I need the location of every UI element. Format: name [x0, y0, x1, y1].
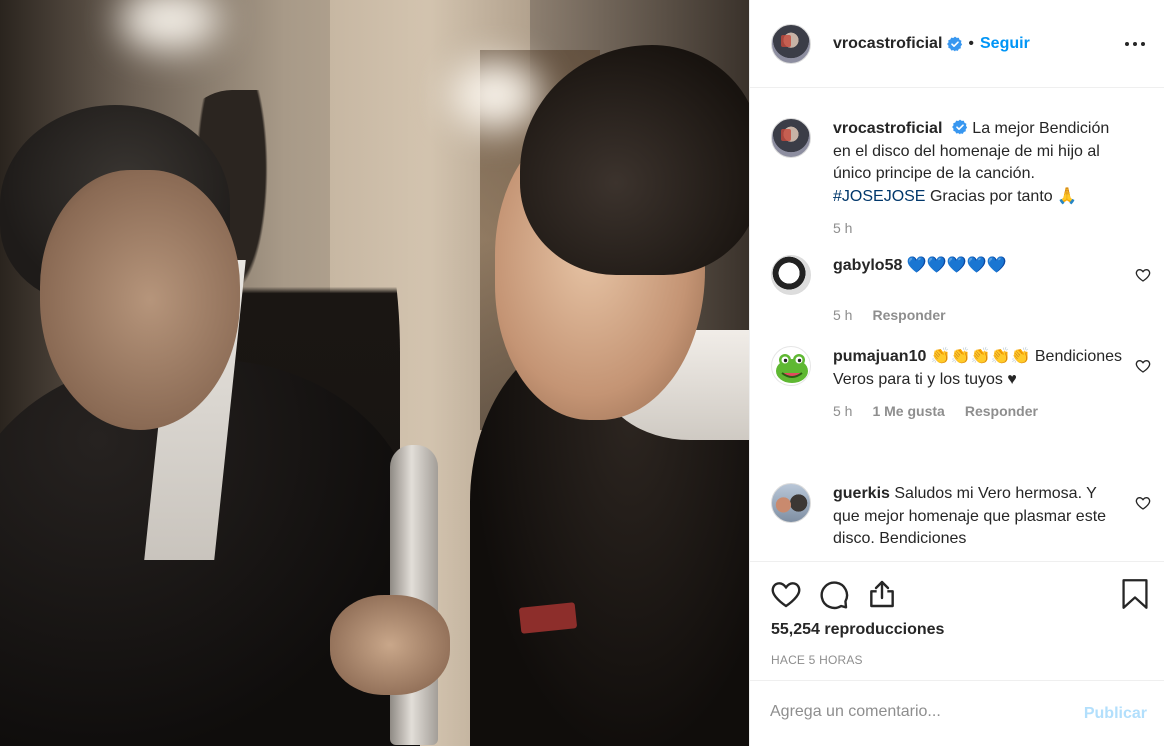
- comment-time[interactable]: 5 h: [833, 307, 852, 323]
- separator-dot: •: [968, 34, 974, 52]
- frog-avatar-icon: [776, 354, 808, 383]
- caption-time[interactable]: 5 h: [833, 220, 852, 236]
- reply-button[interactable]: Responder: [965, 403, 1038, 419]
- share-icon[interactable]: [866, 578, 898, 610]
- comment-item: gabylo58 💙💙💙💙💙 5 h Responder: [771, 255, 1151, 323]
- comment-username[interactable]: pumajuan10: [833, 348, 926, 365]
- comments-list[interactable]: vrocastroficial La mejor Bendición en el…: [750, 89, 1164, 561]
- caption: vrocastroficial La mejor Bendición en el…: [771, 118, 1151, 236]
- post-header: vrocastroficial • Seguir: [750, 0, 1164, 88]
- post-side-panel: vrocastroficial • Seguir vrocastroficial: [749, 0, 1164, 746]
- post-media-video[interactable]: [0, 0, 749, 746]
- comment-text: guerkis Saludos mi Vero hermosa. Y que m…: [833, 483, 1123, 551]
- heart-icon[interactable]: [770, 578, 802, 610]
- avatar[interactable]: [771, 346, 811, 386]
- comment-input[interactable]: [770, 703, 1070, 721]
- comment-item: guerkis Saludos mi Vero hermosa. Y que m…: [771, 483, 1151, 551]
- comment-body: 💙💙💙💙💙: [906, 257, 1007, 274]
- verified-badge-icon: [951, 119, 967, 135]
- view-count[interactable]: 55,254 reproducciones: [771, 621, 944, 639]
- avatar[interactable]: [771, 23, 811, 64]
- add-comment-section: Publicar: [750, 680, 1164, 746]
- caption-body-end: Gracias por tanto 🙏: [929, 187, 1078, 205]
- comment-text: pumajuan10 👏👏👏👏👏 Bendiciones Veros para …: [833, 346, 1123, 391]
- avatar[interactable]: [771, 255, 811, 295]
- publish-button[interactable]: Publicar: [1084, 705, 1147, 723]
- comment-item: pumajuan10 👏👏👏👏👏 Bendiciones Veros para …: [771, 346, 1151, 419]
- reply-button[interactable]: Responder: [872, 307, 945, 323]
- likes-count[interactable]: 1 Me gusta: [872, 403, 944, 419]
- ceiling-light: [120, 0, 220, 50]
- comment-text: gabylo58 💙💙💙💙💙: [833, 255, 1123, 295]
- follow-button[interactable]: Seguir: [980, 35, 1030, 53]
- left-person-face: [40, 170, 240, 430]
- verified-badge-icon: [947, 36, 963, 51]
- author-username[interactable]: vrocastroficial: [833, 35, 942, 53]
- comment-icon[interactable]: [818, 578, 850, 610]
- hand: [330, 595, 450, 695]
- caption-text: vrocastroficial La mejor Bendición en el…: [833, 118, 1123, 208]
- heart-icon[interactable]: [1135, 267, 1151, 283]
- avatar[interactable]: [771, 483, 811, 523]
- heart-icon[interactable]: [1135, 495, 1151, 511]
- avatar[interactable]: [771, 118, 811, 158]
- post-actions: 55,254 reproducciones HACE 5 HORAS Publi…: [750, 561, 1164, 746]
- comment-username[interactable]: gabylo58: [833, 257, 902, 274]
- hashtag-link[interactable]: #JOSEJOSE: [833, 188, 925, 205]
- bookmark-icon[interactable]: [1121, 578, 1149, 610]
- wall-light: [450, 60, 540, 130]
- more-options-icon[interactable]: [1123, 32, 1147, 56]
- comment-username[interactable]: guerkis: [833, 485, 890, 502]
- comment-time[interactable]: 5 h: [833, 403, 852, 419]
- caption-username[interactable]: vrocastroficial: [833, 120, 942, 137]
- post-timestamp[interactable]: HACE 5 HORAS: [771, 653, 863, 667]
- heart-icon[interactable]: [1135, 358, 1151, 374]
